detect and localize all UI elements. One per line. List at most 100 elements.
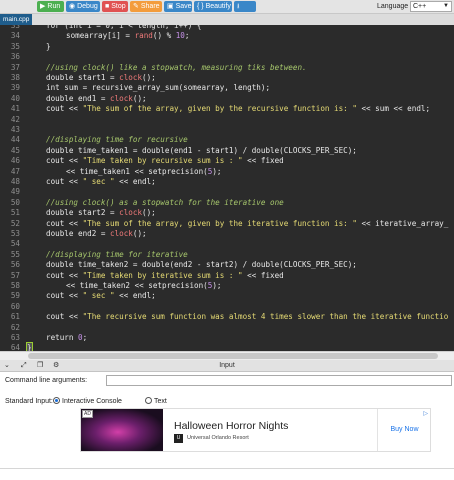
code-line[interactable]: 51 double start2 = clock(); — [0, 208, 454, 218]
file-tab-main[interactable]: main.cpp — [0, 14, 33, 25]
code-line[interactable]: 37 //using clock() like a stopwatch, meas… — [0, 63, 454, 73]
save-button[interactable]: ▣ Save — [164, 1, 192, 12]
run-button[interactable]: ▶ Run — [37, 1, 64, 12]
ad-image[interactable] — [81, 409, 163, 451]
code-editor[interactable]: 33 for (int i = 0; i < length; i++) {34 so… — [0, 25, 454, 351]
line-number: 47 — [10, 166, 20, 176]
code-line[interactable]: 39 int sum = recursive_array_sum(somearra… — [0, 83, 454, 93]
code-token: cout << — [46, 104, 83, 114]
code-line[interactable]: 42 — [0, 115, 454, 125]
code-token: << fixed — [242, 156, 284, 166]
code-line[interactable]: 54 — [0, 239, 454, 249]
chevron-down-icon[interactable]: ⌄ — [4, 361, 10, 370]
code-token: "The sum of the array, given by the recu… — [82, 104, 357, 114]
code-token: cout << — [46, 177, 83, 186]
code-line[interactable]: 63 return 0; — [0, 333, 454, 343]
code-line[interactable]: 34 somearray[i] = rand() % 10; — [0, 31, 454, 41]
code-token: ); — [212, 281, 222, 290]
code-line[interactable]: 38 double start1 = clock(); — [0, 73, 454, 83]
horizontal-scrollbar[interactable] — [0, 351, 454, 360]
debug-button[interactable]: ◉ Debug — [66, 1, 100, 12]
code-token: "Time taken by recursive sum is : " — [82, 156, 243, 166]
code-line[interactable]: 55 //displaying time for iterative — [0, 250, 454, 260]
button-label: Debug — [77, 3, 98, 10]
code-line[interactable]: 59 cout << " sec " << endl; — [0, 291, 454, 301]
code-line[interactable]: 40 double end1 = clock(); — [0, 94, 454, 104]
text-label[interactable]: Text — [154, 398, 167, 405]
code-line[interactable]: 47 << time_taken1 << setprecision(5); — [0, 167, 454, 177]
line-number: 38 — [10, 73, 20, 82]
code-line[interactable]: 46 cout << "Time taken by recursive sum i… — [0, 156, 454, 166]
code-token: int sum = recursive_array_sum(somearray,… — [46, 83, 271, 93]
code-token: return — [46, 333, 79, 342]
line-number: 34 — [10, 31, 20, 41]
code-token: //displaying time for recursive — [46, 135, 188, 145]
text-radio[interactable] — [145, 397, 152, 404]
code-line[interactable]: 61 cout << "The recursive sum function wa… — [0, 312, 454, 322]
code-text: cout << "Time taken by iterative sum is … — [46, 271, 284, 281]
code-token: } — [26, 342, 33, 351]
code-line[interactable]: 43 — [0, 125, 454, 135]
code-line[interactable]: 58 << time_taken2 << setprecision(5); — [0, 281, 454, 291]
settings-icon[interactable]: ⚙ — [53, 361, 59, 370]
line-number: 63 — [10, 333, 20, 342]
code-token: rand — [134, 31, 153, 41]
code-line[interactable]: 52 cout << "The sum of the array, given b… — [0, 219, 454, 229]
line-number: 35 — [10, 41, 20, 51]
download-button[interactable]: ⭳ — [234, 1, 256, 12]
cmd-args-input[interactable] — [106, 375, 452, 386]
language-value: C++ — [413, 3, 427, 10]
code-line[interactable]: 41 cout << "The sum of the array, given b… — [0, 104, 454, 114]
divider — [0, 468, 454, 469]
code-line[interactable]: 44 //displaying time for recursive — [0, 135, 454, 145]
code-text: double end1 = clock(); — [46, 94, 147, 104]
code-line[interactable]: 36 — [0, 52, 454, 62]
code-line[interactable]: 45 double time_taken1 = double(end1 - sta… — [0, 146, 454, 156]
code-token: << time_taken1 << setprecision( — [66, 166, 208, 176]
code-line[interactable]: 57 cout << "Time taken by iterative sum i… — [0, 271, 454, 281]
copy-icon[interactable]: ❐ — [37, 361, 43, 370]
code-line[interactable]: 35} — [0, 42, 454, 52]
advertisement[interactable]: AD Halloween Horror Nights U Universal O… — [80, 408, 431, 452]
buy-now-button[interactable]: Buy Now — [377, 409, 431, 451]
code-token: cout << — [46, 218, 83, 228]
code-line[interactable]: 56 double time_taken2 = double(end2 - sta… — [0, 260, 454, 270]
line-number: 48 — [10, 177, 20, 186]
stop-icon: ■ — [105, 3, 110, 10]
code-text: double start1 = clock(); — [46, 73, 156, 83]
code-line[interactable]: 62 — [0, 323, 454, 333]
code-token: << endl; — [114, 291, 156, 301]
code-text: int sum = recursive_array_sum(somearray,… — [46, 83, 270, 93]
share-button[interactable]: ✎ Share — [130, 1, 162, 12]
scrollbar-thumb[interactable] — [28, 353, 438, 359]
code-line[interactable]: 53 double end2 = clock(); — [0, 229, 454, 239]
line-number: 58 — [10, 281, 20, 290]
code-line[interactable]: 60 — [0, 302, 454, 312]
code-text: cout << "Time taken by recursive sum is … — [46, 156, 284, 166]
code-token: (); — [132, 229, 147, 238]
input-panel-header: Input ⌄ ⤢ ❐ ⚙ — [0, 360, 454, 372]
stop-button[interactable]: ■ Stop — [102, 1, 128, 12]
code-line[interactable]: 49 — [0, 187, 454, 197]
expand-icon[interactable]: ⤢ — [21, 361, 27, 370]
code-token: << fixed — [242, 270, 284, 280]
button-label: Stop — [111, 3, 126, 10]
standard-input-label: Standard Input: — [5, 398, 53, 405]
code-text: cout << " sec " << endl; — [46, 177, 156, 187]
beautify-button[interactable]: { } Beautify — [194, 1, 232, 12]
line-number: 45 — [10, 145, 20, 155]
code-line[interactable]: 48 cout << " sec " << endl; — [0, 177, 454, 187]
code-token: (); — [132, 93, 147, 103]
code-line[interactable]: 50 //using clock() as a stopwatch for the… — [0, 198, 454, 208]
code-token: << iterative_array_ — [356, 218, 449, 228]
interactive-console-label[interactable]: Interactive Console — [62, 398, 122, 405]
code-token: clock — [110, 229, 133, 238]
button-label: Share — [140, 3, 160, 10]
ad-title[interactable]: Halloween Horror Nights — [174, 420, 288, 432]
code-token: clock — [119, 208, 143, 218]
code-text: cout << " sec " << endl; — [46, 291, 156, 301]
code-line[interactable]: 64} — [0, 342, 454, 351]
language-select[interactable]: C++ ▼ — [410, 1, 452, 12]
interactive-console-radio[interactable] — [53, 397, 60, 404]
universal-logo-icon: U — [174, 434, 183, 443]
